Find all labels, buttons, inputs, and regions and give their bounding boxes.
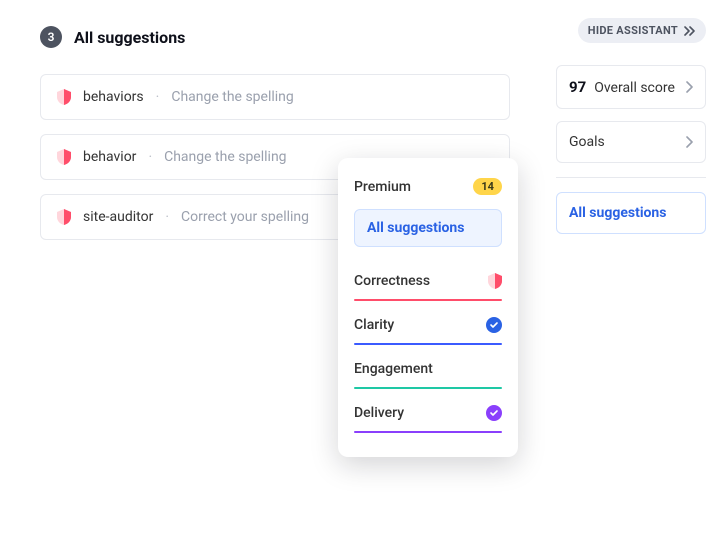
score-value: 97 (569, 78, 586, 96)
check-icon (486, 317, 502, 333)
separator-dot: · (148, 149, 152, 165)
category-clarity[interactable]: Clarity (354, 307, 502, 345)
separator-dot: · (156, 89, 160, 105)
premium-row[interactable]: Premium 14 (354, 170, 502, 209)
suggestions-header: 3 All suggestions (40, 26, 510, 48)
goals-label: Goals (569, 134, 605, 150)
category-underline (354, 431, 502, 433)
suggestion-card[interactable]: behaviors · Change the spelling (40, 74, 510, 120)
category-underline (354, 299, 502, 301)
hide-assistant-button[interactable]: HIDE ASSISTANT (578, 18, 706, 43)
score-label: Overall score (594, 80, 675, 96)
double-chevron-right-icon (684, 26, 696, 36)
category-engagement[interactable]: Engagement (354, 351, 502, 389)
sidebar: HIDE ASSISTANT 97 Overall score Goals Al… (556, 18, 706, 234)
suggestion-word: behavior (83, 149, 136, 165)
premium-label: Premium (354, 179, 411, 195)
all-suggestions-button[interactable]: All suggestions (354, 209, 502, 247)
premium-count-badge: 14 (473, 178, 502, 195)
shield-icon (488, 273, 502, 289)
separator-dot: · (165, 209, 169, 225)
overall-score-card[interactable]: 97 Overall score (556, 65, 706, 109)
sidebar-divider (556, 177, 706, 178)
suggestion-hint: Correct your spelling (181, 209, 309, 225)
category-correctness[interactable]: Correctness (354, 263, 502, 301)
category-label: Engagement (354, 361, 433, 377)
page-title: All suggestions (74, 28, 185, 47)
goals-card[interactable]: Goals (556, 121, 706, 163)
category-underline (354, 343, 502, 345)
category-delivery[interactable]: Delivery (354, 395, 502, 433)
check-icon (486, 405, 502, 421)
hide-assistant-label: HIDE ASSISTANT (588, 24, 678, 37)
category-label: Correctness (354, 273, 430, 289)
category-label: Clarity (354, 317, 394, 333)
suggestion-hint: Change the spelling (171, 89, 293, 105)
sidebar-all-suggestions-button[interactable]: All suggestions (556, 192, 706, 234)
chevron-right-icon (685, 136, 693, 148)
shield-icon (57, 209, 71, 225)
suggestion-hint: Change the spelling (164, 149, 286, 165)
shield-icon (57, 149, 71, 165)
category-underline (354, 387, 502, 389)
category-popup: Premium 14 All suggestions Correctness C… (338, 158, 518, 457)
suggestion-count-badge: 3 (40, 26, 62, 48)
chevron-right-icon (685, 81, 693, 93)
category-label: Delivery (354, 405, 404, 421)
shield-icon (57, 89, 71, 105)
suggestion-word: site-auditor (83, 209, 153, 225)
suggestion-word: behaviors (83, 89, 144, 105)
